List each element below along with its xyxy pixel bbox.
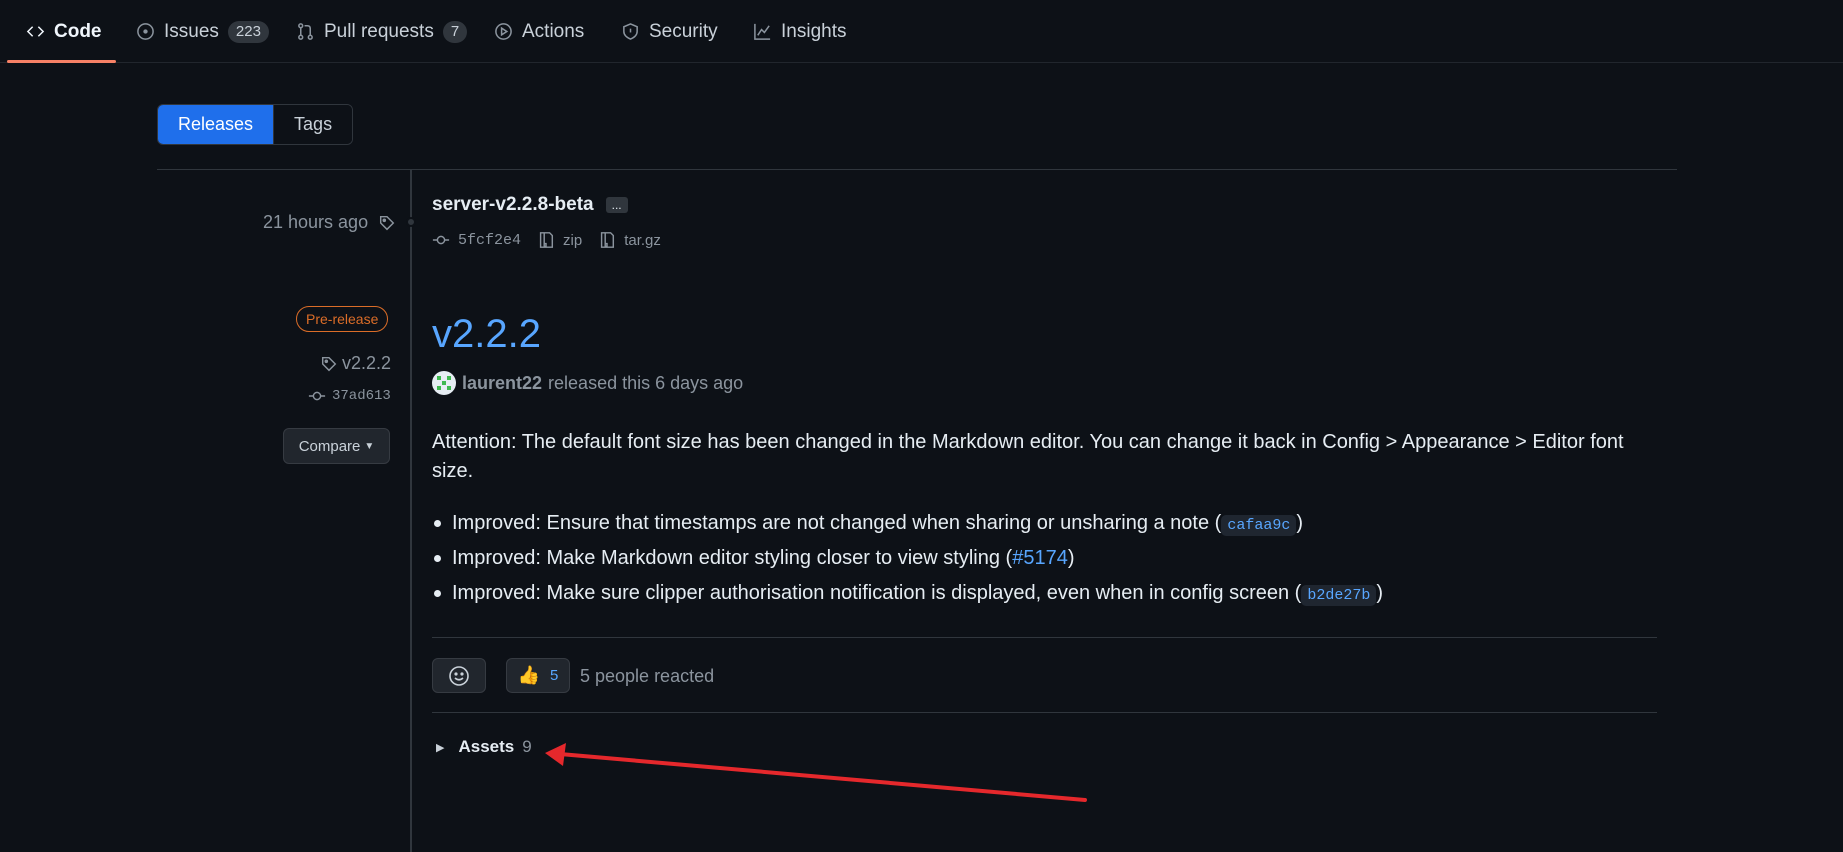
annotation-arrow xyxy=(545,743,1087,802)
